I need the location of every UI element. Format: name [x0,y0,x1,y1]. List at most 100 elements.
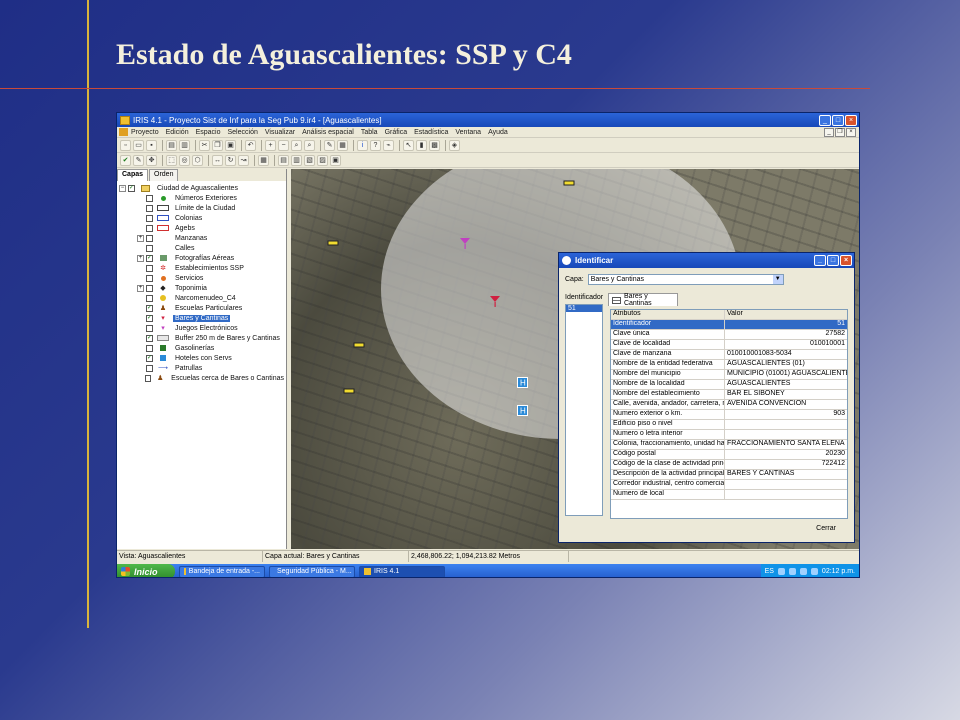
tab-orden[interactable]: Orden [149,169,179,181]
menu-grafica[interactable]: Gráfica [385,129,408,136]
layer-checkbox[interactable]: ✓ [146,354,153,362]
expander-icon[interactable]: + [137,254,144,262]
pencil-icon[interactable]: ✎ [324,139,335,151]
menu-ayuda[interactable]: Ayuda [488,129,508,136]
layer-row[interactable]: ✓ ▾ Bares y Cantinas [117,313,286,323]
table-row[interactable]: Calle, avenida, andador, carretera, manz… [611,400,847,410]
expander-icon[interactable]: + [137,284,144,292]
select-tool-icon[interactable]: ↖ [403,139,414,151]
table-row[interactable]: Clave única 27582 [611,330,847,340]
menu-espacio[interactable]: Espacio [196,129,221,136]
column-header-atributos[interactable]: Atributos [611,310,725,319]
cerrar-button[interactable]: Cerrar [816,525,836,532]
table-row[interactable]: Numero exterior o km. 903 [611,410,847,420]
layer-checkbox[interactable]: ✓ [146,334,153,342]
dialog-close-button[interactable]: × [840,255,852,266]
measure-icon[interactable]: ↔ [212,154,223,166]
layer-row[interactable]: ✲ Establecimientos SSP [117,263,286,273]
route-icon[interactable]: ↝ [238,154,249,166]
menu-visualizar[interactable]: Visualizar [265,129,295,136]
identifier-item[interactable]: 51 [566,305,602,312]
layer-row[interactable]: Números Exteriores [117,193,286,203]
table-row[interactable]: Código postal 20230 [611,450,847,460]
dialog-minimize-button[interactable]: _ [814,255,826,266]
layer-checkbox[interactable] [146,294,153,302]
layer-checkbox[interactable] [146,284,153,292]
table-icon[interactable]: ▦ [337,139,348,151]
layer-row[interactable]: ♟ Escuelas cerca de Bares o Cantinas [117,373,286,383]
narcomenudeo-marker-icon[interactable] [563,179,575,187]
dialog-maximize-button[interactable]: □ [827,255,839,266]
layer-row[interactable]: Límite de la Ciudad [117,203,286,213]
layer-row[interactable]: ▾ Juegos Electrónicos [117,323,286,333]
print-icon[interactable]: ▤ [166,139,177,151]
table-row[interactable]: Identificador 51 [611,320,847,330]
layer-row[interactable]: Colonias [117,213,286,223]
zoom-in-icon[interactable]: + [265,139,276,151]
layer-row[interactable]: + ◆ Toponimia [117,283,286,293]
menu-edicion[interactable]: Edición [166,129,189,136]
table-row[interactable]: Corredor industrial, centro comercial, m… [611,480,847,490]
layer-row[interactable]: Agebs [117,223,286,233]
layer-row[interactable]: ✓ Buffer 250 m de Bares y Cantinas [117,333,286,343]
menu-seleccion[interactable]: Selección [228,129,258,136]
paste-icon[interactable]: ▣ [225,139,236,151]
dialog-titlebar[interactable]: Identificar _ □ × [559,253,854,268]
layer-checkbox[interactable] [146,244,153,252]
layer-row[interactable]: − ✓ Ciudad de Aguascalientes [117,183,286,193]
query-icon[interactable]: ? [370,139,381,151]
layer-row[interactable]: Narcomenudeo_C4 [117,293,286,303]
layer-checkbox[interactable] [146,364,153,372]
taskbar-item-iris[interactable]: IRIS 4.1 [359,565,445,577]
narcomenudeo-marker-icon[interactable] [353,341,365,349]
hotel-marker-icon[interactable]: H [517,377,528,388]
mdi-close-button[interactable]: × [846,127,856,137]
rotate-icon[interactable]: ↻ [225,154,236,166]
layout-icon[interactable]: ▩ [429,139,440,151]
table-row[interactable]: Numero de local [611,490,847,500]
layer-checkbox[interactable]: ✓ [146,314,153,322]
table-row[interactable]: Numero o letra interior [611,430,847,440]
maximize-button[interactable]: □ [832,114,844,126]
table-row[interactable]: Descripción de la actividad principal BAR… [611,470,847,480]
taskbar-item-inbox[interactable]: Bandeja de entrada -... [179,565,265,577]
app-menu-icon[interactable] [119,128,128,136]
mdi-minimize-button[interactable]: _ [824,127,834,137]
expander-icon[interactable]: + [137,234,144,242]
layer-row[interactable]: ⟶ Patrullas [117,363,286,373]
layer-checkbox[interactable] [146,204,153,212]
layer-checkbox[interactable] [146,264,153,272]
menu-ventana[interactable]: Ventana [455,129,481,136]
layer-row[interactable]: ✓ ♟ Escuelas Particulares [117,303,286,313]
layer-checkbox[interactable]: ✓ [146,304,153,312]
undo-icon[interactable]: ↶ [245,139,256,151]
taskbar-item-seguridad[interactable]: Seguridad Pública - M... [269,565,355,577]
preview-icon[interactable]: ▥ [179,139,190,151]
table-row[interactable]: Código de la clase de actividad principa… [611,460,847,470]
cut-icon[interactable]: ✂ [199,139,210,151]
edit-layer-icon[interactable]: ✎ [133,154,144,166]
layer-checkbox[interactable]: ✓ [146,254,153,262]
menu-proyecto[interactable]: Proyecto [131,129,159,136]
narcomenudeo-marker-icon[interactable] [327,239,339,247]
layer-checkbox[interactable] [145,374,152,382]
network-icon[interactable] [777,568,785,575]
tab-bares-y-cantinas[interactable]: Bares y Cantinas [608,293,678,307]
zoom-out-icon[interactable]: − [278,139,289,151]
check-layer-icon[interactable]: ✔ [120,154,131,166]
layer-checkbox[interactable] [146,224,153,232]
table-row[interactable]: Colonia, fraccionamiento, unidad habitac… [611,440,847,450]
hotel-marker-icon[interactable]: H [517,405,528,416]
layer-row[interactable]: Calles [117,243,286,253]
table-row[interactable]: Edificio piso o nivel [611,420,847,430]
volume-icon[interactable] [799,568,807,575]
table-row[interactable]: Nombre de la entidad federativa AGUASCALI… [611,360,847,370]
chevron-down-icon[interactable]: ▼ [772,275,783,284]
copy-icon[interactable]: ❐ [212,139,223,151]
chart-icon[interactable]: ▮ [416,139,427,151]
table-row[interactable]: Clave de manzana 010010001083-5034 [611,350,847,360]
statistics-icon[interactable]: ▨ [317,154,328,166]
layer-row[interactable]: Gasolinerías [117,343,286,353]
close-button[interactable]: × [845,114,857,126]
table-row[interactable]: Nombre de la localidad AGUASCALIENTES [611,380,847,390]
